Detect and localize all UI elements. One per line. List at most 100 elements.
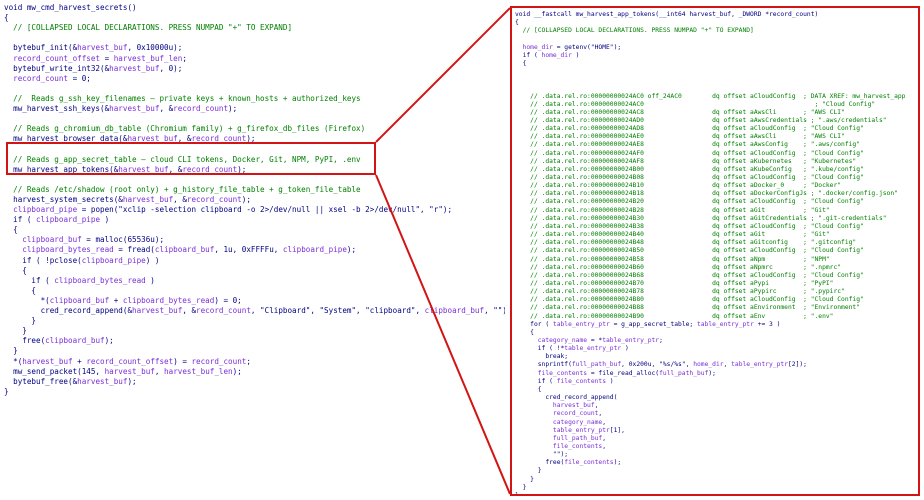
code-token: { bbox=[4, 285, 37, 295]
left-code-line[interactable]: if ( clipboard_pipe ) bbox=[4, 214, 109, 225]
comment-token: // .data.rel.ro:00000000024B80 dq offset… bbox=[515, 296, 864, 304]
code-token: free( bbox=[4, 336, 46, 346]
code-token: } bbox=[4, 316, 37, 326]
code-token: , 1u, 0xFFFFu, bbox=[214, 245, 283, 255]
code-token: += 3 ) bbox=[753, 320, 781, 328]
code-token: = 0; bbox=[68, 73, 91, 83]
code-token: if ( !* bbox=[515, 345, 565, 353]
identifier-token: clipboard_pipe bbox=[4, 205, 78, 214]
identifier-token: record_count bbox=[191, 356, 247, 366]
code-token: bytebuf_write_int32(& bbox=[4, 63, 110, 73]
identifier-token: clipboard_buf bbox=[424, 306, 485, 315]
code-token: = getenv("HOME"); bbox=[552, 43, 622, 51]
left-code-line[interactable]: void mw_cmd_harvest_secrets() bbox=[4, 2, 137, 13]
code-token: bytebuf_init(& bbox=[4, 43, 78, 53]
comment-token: // .data.rel.ro:00000000024B70 dq offset… bbox=[515, 279, 834, 287]
code-token: void mw_cmd_harvest_secrets() bbox=[4, 3, 137, 12]
code-token: , & bbox=[159, 104, 174, 113]
left-code-line[interactable]: // [COLLAPSED LOCAL DECLARATIONS. PRESS … bbox=[4, 22, 292, 33]
code-token: } bbox=[4, 346, 18, 356]
right-code-line[interactable]: { bbox=[515, 59, 527, 69]
code-token: } bbox=[515, 483, 527, 491]
identifier-token: record_count bbox=[515, 410, 599, 418]
code-token: } bbox=[4, 326, 27, 336]
code-token: mw_harvest_ssh_keys(& bbox=[4, 104, 110, 113]
code-token: = * bbox=[587, 337, 603, 344]
comment-token: // .data.rel.ro:00000000024B10 dq offset… bbox=[515, 182, 842, 190]
comment-token: // Reads g_chromium_db_table (Chromium f… bbox=[4, 124, 366, 134]
code-token: { bbox=[515, 59, 527, 67]
code-token: } bbox=[4, 386, 9, 396]
comment-token: // [COLLAPSED LOCAL DECLARATIONS. PRESS … bbox=[515, 27, 754, 35]
comment-token: // .data.rel.ro:00000000024AC0 ; "Cloud … bbox=[515, 100, 876, 108]
identifier-token: harvest_buf bbox=[22, 356, 73, 366]
code-token: break; bbox=[515, 353, 569, 361]
code-token: ) bbox=[621, 345, 629, 353]
code-token: ); bbox=[613, 459, 622, 467]
left-code-line[interactable]: record_count = 0; bbox=[4, 73, 91, 84]
code-token: , bbox=[602, 434, 606, 442]
identifier-token: table_entry_ptr bbox=[515, 426, 610, 434]
left-code-line[interactable]: bytebuf_free(&harvest_buf); bbox=[4, 376, 136, 387]
identifier-token: harvest_buf bbox=[109, 104, 160, 113]
code-token: ); bbox=[232, 366, 242, 376]
code-token: ) bbox=[571, 51, 580, 59]
code-token: ; bbox=[246, 356, 251, 366]
identifier-token: harvest_buf bbox=[132, 306, 183, 315]
right-code-line[interactable]: void __fastcall mw_harvest_app_tokens(__… bbox=[515, 11, 818, 20]
code-token: mw_send_packet(145, bbox=[4, 366, 105, 376]
code-token: bytebuf_free(& bbox=[4, 376, 78, 386]
identifier-token: clipboard_pipe bbox=[81, 255, 146, 265]
code-token: free( bbox=[515, 459, 565, 467]
code-token: = fread( bbox=[113, 245, 155, 255]
right-code-line[interactable]: // [COLLAPSED LOCAL DECLARATIONS. PRESS … bbox=[515, 27, 754, 36]
callee-pseudocode-pane[interactable]: void __fastcall mw_harvest_app_tokens(__… bbox=[510, 6, 920, 496]
left-code-line[interactable]: if ( !pclose(clipboard_pipe) ) bbox=[4, 255, 159, 266]
code-token: ) ) bbox=[145, 255, 160, 265]
comment-token: // Reads g_ssh_key_filenames — private k… bbox=[4, 93, 361, 103]
code-token: ) bbox=[606, 377, 614, 385]
comment-token: // .data.rel.ro:00000000024B00 dq offset… bbox=[515, 165, 864, 173]
left-code-line[interactable]: mw_harvest_ssh_keys(&harvest_buf, &recor… bbox=[4, 103, 237, 114]
code-token: + bbox=[109, 295, 123, 305]
code-token: , 0x10000u); bbox=[127, 43, 183, 53]
comment-token: // .data.rel.ro:00000000024AD8 dq offset… bbox=[515, 125, 864, 133]
code-token: { bbox=[515, 385, 542, 393]
identifier-token: table_entry_ptr bbox=[731, 361, 789, 369]
right-code-line[interactable]: for ( table_entry_ptr = g_app_secret_tab… bbox=[515, 321, 780, 330]
comment-token: // .data.rel.ro:00000000024B78 dq offset… bbox=[515, 288, 845, 296]
comment-token: // .data.rel.ro:00000000024AD0 dq offset… bbox=[515, 116, 887, 124]
identifier-token: harvest_buf bbox=[515, 402, 595, 410]
code-token: ""); bbox=[515, 451, 569, 459]
identifier-token: clipboard_buf bbox=[4, 235, 82, 245]
identifier-token: clipboard_pipe bbox=[36, 215, 101, 225]
comment-token: // .data.rel.ro:00000000024AC8 dq offset… bbox=[515, 108, 845, 116]
identifier-token: full_path_buf bbox=[571, 361, 622, 369]
identifier-token: table_entry_ptr bbox=[697, 320, 754, 328]
left-code-line[interactable]: free(clipboard_buf); bbox=[4, 335, 113, 346]
comment-token: // [COLLAPSED LOCAL DECLARATIONS. PRESS … bbox=[4, 23, 293, 33]
comment-token: // .data.rel.ro:00000000024AF8 dq offset… bbox=[515, 157, 857, 165]
comment-token: // Reads /etc/shadow (root only) + g_his… bbox=[4, 184, 361, 194]
code-token: { bbox=[4, 13, 9, 23]
left-code-line[interactable]: } bbox=[4, 386, 9, 397]
comment-token: // .data.rel.ro:00000000024AE0 dq offset… bbox=[515, 133, 845, 141]
identifier-token: record_count bbox=[173, 104, 229, 113]
caller-pseudocode-pane[interactable]: void mw_cmd_harvest_secrets(){ // [COLLA… bbox=[0, 0, 505, 500]
code-token: [2]); bbox=[788, 361, 807, 369]
code-token: , bbox=[723, 361, 732, 369]
code-token: = bbox=[100, 53, 114, 63]
code-token: } bbox=[515, 491, 519, 496]
comment-token: // .data.rel.ro:00000000024B90 dq offset… bbox=[515, 312, 834, 320]
identifier-token: home_dir bbox=[541, 51, 572, 59]
identifier-token: record_count bbox=[196, 306, 251, 315]
comment-token: // .data.rel.ro:00000000024B20 dq offset… bbox=[515, 198, 864, 206]
identifier-token: clipboard_bytes_read bbox=[4, 245, 114, 255]
code-token: [1], bbox=[609, 426, 625, 434]
right-code-line[interactable]: } bbox=[515, 491, 519, 496]
identifier-token: category_name bbox=[515, 337, 588, 344]
left-code-line[interactable]: cred_record_append(&harvest_buf, &record… bbox=[4, 305, 505, 316]
code-token: snprintf( bbox=[515, 361, 572, 369]
code-token: harvest_system_secrets(& bbox=[4, 194, 123, 204]
code-token: void __fastcall mw_harvest_app_tokens(__… bbox=[515, 11, 819, 18]
